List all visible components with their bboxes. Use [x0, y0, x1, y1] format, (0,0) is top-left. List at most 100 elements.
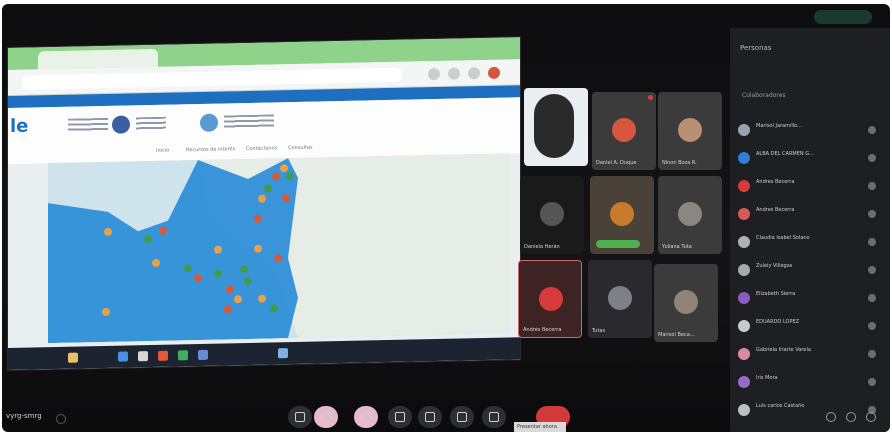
mic-off-icon[interactable] — [868, 378, 876, 386]
present-button[interactable] — [388, 406, 412, 428]
folder-icon[interactable] — [68, 352, 78, 363]
avatar — [738, 124, 750, 136]
participant-name: Gabriela Iriarte Varela — [756, 347, 811, 353]
app-icon[interactable] — [198, 349, 208, 361]
captions-button[interactable] — [354, 406, 378, 428]
participant-name: Marisol Beca... — [658, 332, 695, 338]
avatar — [612, 118, 636, 142]
participant-row[interactable]: ALBA DEL CARMEN G... — [736, 148, 884, 170]
present-icon — [395, 412, 405, 422]
participant-name: Marisol Jaramillo... — [756, 123, 802, 129]
panel-section-title[interactable]: Colaboradores — [742, 92, 785, 99]
extension-icon[interactable] — [428, 67, 440, 81]
avatar — [540, 202, 564, 226]
participant-tile[interactable]: Daniel A. Duque — [592, 92, 656, 170]
participant-name: Iris Mora — [756, 375, 778, 381]
participant-tile[interactable]: Marisol Beca... — [654, 264, 718, 342]
participant-row[interactable]: Claudia Isabel Solano — [736, 232, 884, 254]
participant-row[interactable]: Andres Becerra — [736, 176, 884, 198]
participant-tile[interactable] — [590, 176, 654, 254]
profile-icon[interactable] — [468, 67, 480, 80]
more-options-button[interactable] — [482, 406, 506, 428]
tooltip-caption: Presentar ahora — [514, 422, 566, 432]
participant-row[interactable]: Elizabeth Sierra — [736, 288, 884, 310]
mic-off-icon[interactable] — [868, 154, 876, 162]
mic-off-icon[interactable] — [868, 322, 876, 330]
info-icon[interactable] — [826, 412, 836, 422]
mic-off-icon[interactable] — [868, 182, 876, 190]
app-icon[interactable] — [138, 351, 148, 362]
emoji-icon — [425, 412, 435, 422]
avatar — [738, 348, 750, 360]
mic-off-icon[interactable] — [868, 350, 876, 358]
participant-tile[interactable]: Tutas — [588, 260, 652, 338]
camera-button[interactable] — [314, 406, 338, 428]
participant-row[interactable]: Iris Mora — [736, 372, 884, 394]
un-logo-text — [224, 114, 274, 130]
reactions-button[interactable] — [418, 406, 442, 428]
participant-tile[interactable]: Andrés Becerra — [518, 260, 582, 338]
map-canvas[interactable] — [48, 153, 510, 344]
app-icon[interactable] — [158, 350, 168, 361]
shield-icon — [112, 115, 130, 134]
meeting-controls: vyrg-smrg Presentar ahora — [2, 402, 890, 432]
nav-item-contacto[interactable]: Contáctanos — [246, 145, 277, 152]
camera-icon — [321, 412, 331, 422]
avatar — [738, 264, 750, 276]
mic-button[interactable] — [288, 406, 312, 428]
app-icon[interactable] — [118, 351, 128, 362]
participant-tile[interactable]: Daniela Herán — [520, 176, 584, 254]
participant-row[interactable]: Andres Becerra — [736, 204, 884, 226]
nav-item-consultas[interactable]: Consultas — [288, 145, 313, 152]
participant-name: EDUARDO LOPEZ — [756, 319, 800, 325]
chrome-icon[interactable] — [178, 350, 188, 361]
avatar — [738, 292, 750, 304]
avatar — [610, 202, 634, 226]
partner-logo — [136, 116, 166, 132]
mic-off-icon[interactable] — [868, 294, 876, 302]
site-logo[interactable]: le — [10, 116, 28, 137]
participant-name: ALBA DEL CARMEN G... — [756, 151, 814, 157]
participant-row[interactable]: Marisol Jaramillo... — [736, 120, 884, 142]
mic-off-icon[interactable] — [868, 238, 876, 246]
mic-muted-icon — [648, 95, 653, 100]
mic-off-icon[interactable] — [868, 266, 876, 274]
url-input[interactable] — [22, 67, 402, 90]
nav-item-inicio[interactable]: Inicio — [156, 148, 169, 154]
mic-icon — [295, 412, 305, 422]
raise-hand-button[interactable] — [450, 406, 474, 428]
mic-off-icon[interactable] — [868, 210, 876, 218]
participant-tile[interactable]: Ninon Boza R. — [658, 92, 722, 170]
chat-icon[interactable] — [866, 412, 876, 422]
avatar — [738, 236, 750, 248]
un-emblem-icon — [200, 113, 218, 132]
participants-panel: Personas Colaboradores Marisol Jaramillo… — [730, 28, 890, 432]
mic-off-icon[interactable] — [868, 126, 876, 134]
avatar — [738, 376, 750, 388]
hand-icon — [457, 412, 467, 422]
menu-icon[interactable] — [488, 66, 500, 79]
map-view[interactable] — [48, 153, 510, 344]
meeting-status-pill[interactable] — [814, 10, 872, 24]
panel-title: Personas — [740, 44, 772, 52]
avatar — [674, 290, 698, 314]
participant-row[interactable]: Gabriela Iriarte Varela — [736, 344, 884, 366]
avatar — [738, 152, 750, 164]
participant-tile[interactable]: Yuliana Tuta — [658, 176, 722, 254]
participant-row[interactable]: EDUARDO LOPEZ — [736, 316, 884, 338]
avatar — [678, 202, 702, 226]
participant-row[interactable]: Zuleiy Villegas — [736, 260, 884, 282]
info-icon[interactable] — [56, 414, 66, 424]
participant-name: Yuliana Tuta — [662, 244, 692, 250]
avatar — [678, 118, 702, 142]
more-icon — [489, 412, 499, 422]
bookmark-icon[interactable] — [448, 67, 460, 80]
people-icon[interactable] — [846, 412, 856, 422]
participant-name: Zuleiy Villegas — [756, 263, 793, 269]
participant-tile[interactable] — [524, 88, 588, 166]
nav-item-recursos[interactable]: Recursos de interés — [186, 146, 235, 153]
app-icon[interactable] — [278, 348, 288, 359]
participant-name: Daniel A. Duque — [596, 160, 637, 166]
meeting-code: vyrg-smrg — [6, 412, 42, 420]
shared-screen: le Inicio Recursos de interés Contáctano… — [8, 37, 520, 371]
